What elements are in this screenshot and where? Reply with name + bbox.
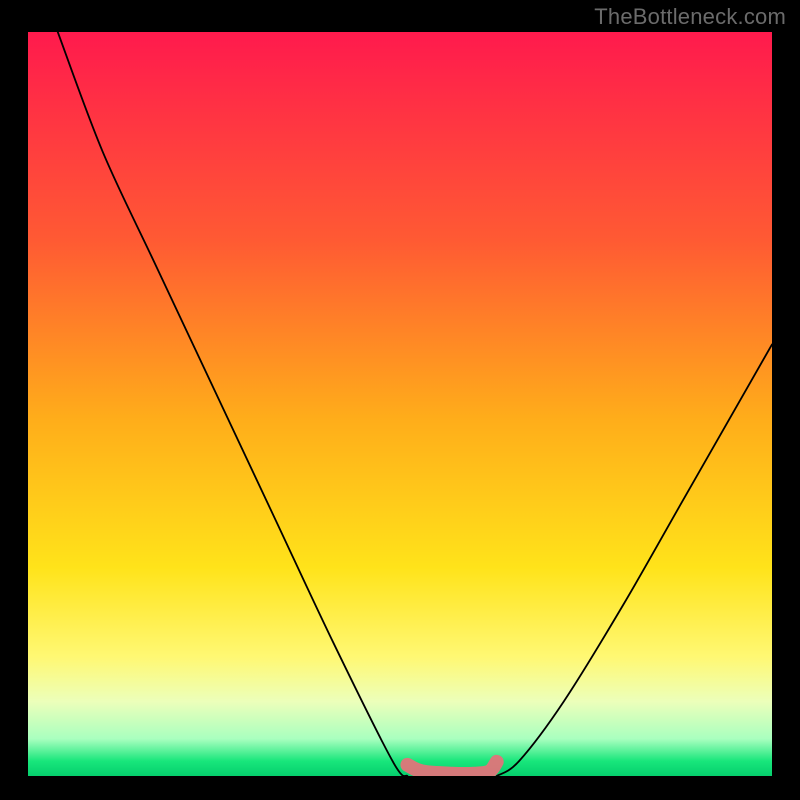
watermark-text: TheBottleneck.com (594, 4, 786, 30)
chart-plot-area (28, 32, 772, 776)
chart-frame: TheBottleneck.com (0, 0, 800, 800)
chart-svg (28, 32, 772, 776)
chart-background-gradient (28, 32, 772, 776)
